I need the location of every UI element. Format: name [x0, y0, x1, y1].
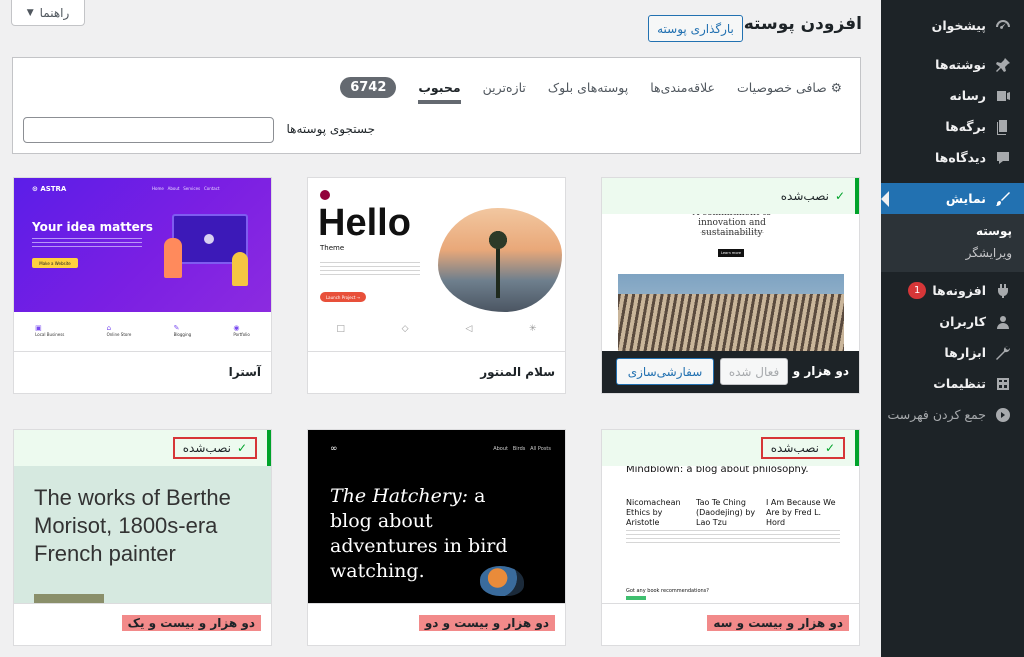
sidebar-item-posts[interactable]: نوشته‌ها	[881, 49, 1024, 80]
theme-card-twentytwentytwo[interactable]: ∞ About Birds All Posts The Hatchery: a …	[307, 429, 566, 646]
sidebar-collapse-menu[interactable]: جمع کردن فهرست	[881, 399, 1024, 430]
site-logo-icon: ∞	[330, 444, 338, 454]
help-button[interactable]: راهنما ▼	[11, 0, 85, 26]
person-figure	[164, 238, 182, 278]
submenu-item-themes[interactable]: پوسته	[881, 220, 1024, 242]
theme-screenshot: ∞ About Birds All Posts The Hatchery: a …	[308, 430, 565, 604]
activated-button[interactable]: فعال شده	[720, 358, 788, 385]
page-title: افزودن پوسته‌ها	[725, 14, 862, 34]
sidebar-item-pages[interactable]: برگه‌ها	[881, 111, 1024, 142]
settings-icon	[994, 375, 1012, 393]
installed-highlight: ✓ نصب‌شده	[760, 437, 845, 459]
appearance-submenu: پوسته ویرایشگر	[881, 214, 1024, 272]
help-label: راهنما	[39, 5, 70, 20]
theme-screenshot: Hello Theme Launch Project → □ ◇ ◁ ✳	[308, 178, 565, 352]
admin-sidebar: پیشخوان نوشته‌ها رسانه برگه‌ها دیدگاه‌ها…	[881, 0, 1024, 657]
sidebar-item-media[interactable]: رسانه	[881, 80, 1024, 111]
elementor-logo-icon	[320, 190, 330, 200]
customize-button[interactable]: سفارشی‌سازی	[616, 358, 714, 385]
theme-name: دو هزار و بیست و یک	[121, 615, 261, 631]
tab-popular[interactable]: محبوب	[418, 70, 461, 104]
update-count-badge: 1	[907, 282, 927, 299]
sidebar-item-settings[interactable]: تنظیمات	[881, 368, 1024, 399]
tab-block-themes[interactable]: پوسته‌های بلوک	[548, 70, 628, 104]
installed-banner: ✓ نصب‌شده	[14, 430, 271, 466]
theme-name: آسترا	[228, 365, 261, 379]
search-input[interactable]	[23, 117, 274, 143]
tab-feature-filter[interactable]: ⚙ صافی خصوصیات	[737, 70, 842, 104]
theme-card-astra[interactable]: ⊙ ASTRA Home About Services Contact Your…	[13, 177, 272, 394]
sidebar-item-dashboard[interactable]: پیشخوان	[881, 10, 1024, 41]
gear-icon: ⚙	[830, 79, 842, 95]
theme-card-hello-elementor[interactable]: Hello Theme Launch Project → □ ◇ ◁ ✳ سلام ا…	[307, 177, 566, 394]
pages-icon	[994, 118, 1012, 136]
theme-card-twentytwentythree[interactable]: Mindblown: a blog about philosophy. Nico…	[601, 429, 860, 646]
theme-card-twentytwentythree-active[interactable]: A commitment to innovation and sustainab…	[601, 177, 860, 394]
submenu-item-editor[interactable]: ویرایشگر	[881, 242, 1024, 264]
comments-icon	[994, 149, 1012, 167]
sidebar-item-comments[interactable]: دیدگاه‌ها	[881, 142, 1024, 173]
theme-screenshot: ⊙ ASTRA Home About Services Contact Your…	[14, 178, 271, 352]
bird-image	[480, 566, 524, 596]
theme-footer: آسترا	[14, 351, 271, 393]
theme-card-twentytwentyone[interactable]: The works of Berthe Morisot, 1800s-era F…	[13, 429, 272, 646]
pin-icon	[994, 56, 1012, 74]
check-icon: ✓	[824, 441, 835, 455]
sidebar-item-tools[interactable]: ابزارها	[881, 337, 1024, 368]
theme-name: دو هزار و بیست و سه	[707, 615, 849, 631]
installed-banner: ✓ نصب‌شده	[602, 178, 859, 214]
theme-footer: دو هزار و بیست و سه	[602, 603, 859, 645]
caret-down-icon: ▼	[26, 7, 34, 18]
building-image	[618, 274, 844, 352]
sidebar-item-plugins[interactable]: افزونه‌ها 1	[881, 275, 1024, 306]
check-icon: ✓	[236, 441, 247, 455]
brush-icon	[994, 190, 1012, 208]
sidebar-item-users[interactable]: کاربران	[881, 306, 1024, 337]
person-figure	[232, 252, 248, 286]
theme-name: سلام المنتور	[480, 365, 555, 379]
tools-icon	[994, 344, 1012, 362]
installed-highlight: ✓ نصب‌شده	[172, 437, 257, 459]
plugin-icon	[994, 282, 1012, 300]
dashboard-icon	[994, 17, 1012, 35]
tab-latest[interactable]: تازه‌ترین	[483, 70, 526, 104]
media-icon	[994, 87, 1012, 105]
theme-count: 6742	[340, 76, 397, 98]
search-label: جستجوی پوسته‌ها	[286, 122, 375, 136]
active-theme-footer: دو هزار و بیست و سه فعال شده سفارشی‌سازی	[602, 351, 859, 393]
upload-theme-button[interactable]: بارگذاری پوسته	[648, 15, 743, 42]
theme-footer: دو هزار و بیست و یک	[14, 603, 271, 645]
tab-favorites[interactable]: علاقه‌مندی‌ها	[650, 70, 715, 104]
collapse-icon	[994, 406, 1012, 424]
theme-name: دو هزار و بیست و دو	[418, 615, 555, 631]
check-icon: ✓	[834, 189, 845, 203]
sidebar-item-appearance[interactable]: نمایش	[881, 183, 1024, 214]
theme-filter-bar: 6742 محبوب تازه‌ترین پوسته‌های بلوک علاق…	[12, 57, 861, 154]
installed-banner: ✓ نصب‌شده	[602, 430, 859, 466]
theme-footer: دو هزار و بیست و دو	[308, 603, 565, 645]
users-icon	[994, 313, 1012, 331]
theme-footer: سلام المنتور	[308, 351, 565, 393]
cactus-image	[438, 208, 562, 312]
